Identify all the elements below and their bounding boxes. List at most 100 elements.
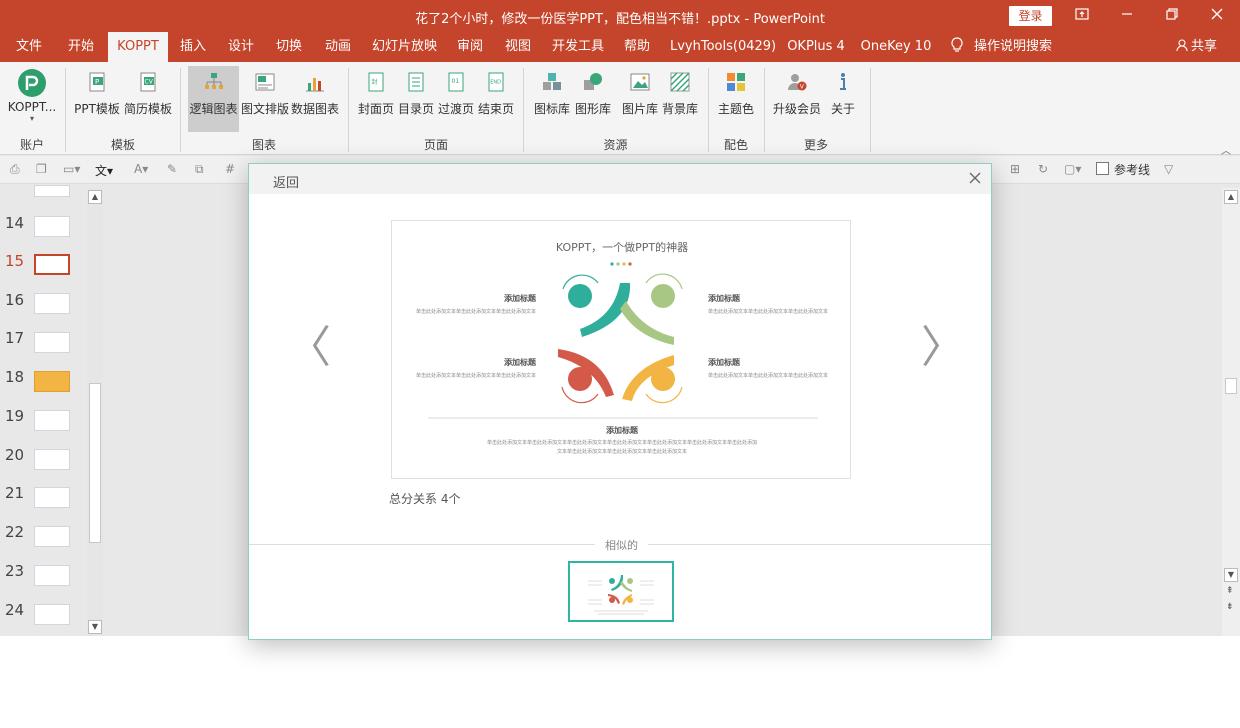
tab-koppt[interactable]: KOPPT — [108, 32, 168, 62]
slide-thumbnail[interactable] — [34, 185, 70, 197]
slide-thumbnail[interactable] — [34, 526, 70, 547]
heading-bottom-right: 添加标题 — [708, 357, 741, 367]
next-arrow-icon[interactable]: 〉 — [921, 326, 965, 370]
transition-page-label: 过渡页 — [437, 102, 474, 116]
heading-top-right: 添加标题 — [708, 293, 741, 303]
svg-text:END: END — [490, 80, 501, 86]
maximize-icon[interactable] — [1157, 4, 1187, 28]
theme-color-button[interactable]: 主题色 — [715, 66, 757, 132]
restore-ribbon-icon[interactable] — [1067, 4, 1097, 28]
icon-library-button[interactable]: 图标库 — [531, 66, 573, 132]
end-page-button[interactable]: END 结束页 — [476, 66, 516, 132]
rotate-icon[interactable]: ↻ — [1038, 162, 1048, 176]
tab-slideshow[interactable]: 幻灯片放映 — [372, 32, 437, 62]
ppt-template-button[interactable]: P PPT模板 — [72, 66, 122, 132]
slide-thumbnail[interactable] — [34, 293, 70, 314]
back-button[interactable]: 返回 — [273, 172, 299, 191]
print-icon[interactable]: ⎙ — [10, 162, 20, 177]
scroll-up-icon[interactable]: ▲ — [1224, 190, 1238, 204]
svg-text:P: P — [95, 78, 99, 86]
bottom-body-line1: 单击此处添加文本单击此处添加文本单击此处添加文本单击此处添加文本单击此处添加文本… — [487, 439, 757, 446]
slide-thumbnail[interactable] — [34, 332, 70, 353]
tab-review[interactable]: 审阅 — [450, 32, 490, 62]
slide-thumbnail[interactable] — [34, 216, 70, 237]
slide-thumbnail[interactable] — [34, 565, 70, 586]
about-button[interactable]: 关于 — [826, 66, 860, 132]
shape-library-button[interactable]: 图形库 — [573, 66, 613, 132]
login-button[interactable]: 登录 — [1009, 6, 1052, 26]
resume-template-button[interactable]: CV 简历模板 — [122, 66, 174, 132]
logic-chart-button[interactable]: 逻辑图表 — [188, 66, 239, 132]
share-button[interactable]: 共享 — [1176, 32, 1217, 62]
upgrade-member-button[interactable]: V 升级会员 — [771, 66, 823, 132]
slide-thumbnail[interactable] — [34, 371, 70, 392]
copy-icon[interactable]: ❐ — [36, 162, 47, 176]
background-library-button[interactable]: 背景库 — [660, 66, 700, 132]
toc-page-label: 目录页 — [397, 102, 434, 116]
scrollbar-thumb[interactable] — [1225, 378, 1237, 394]
scroll-up-icon[interactable]: ▲ — [88, 190, 102, 204]
tab-developer[interactable]: 开发工具 — [550, 32, 606, 62]
minimize-icon[interactable] — [1112, 4, 1142, 28]
format-painter-icon[interactable]: ⧉ — [195, 162, 204, 177]
chevron-down-icon[interactable]: ▽ — [1164, 162, 1173, 176]
tab-home[interactable]: 开始 — [58, 32, 104, 62]
similar-template-thumbnail[interactable] — [568, 561, 674, 622]
scroll-down-icon[interactable]: ▼ — [1224, 568, 1238, 582]
bottom-body-line2: 文本单击此处添加文本单击此处添加文本单击此处添加文本 — [557, 448, 687, 455]
tab-view[interactable]: 视图 — [497, 32, 539, 62]
frame-icon[interactable]: ▢▾ — [1064, 162, 1081, 176]
previous-arrow-icon[interactable]: 〈 — [287, 326, 331, 370]
tab-transitions[interactable]: 切换 — [268, 32, 310, 62]
template-preview[interactable]: KOPPT，一个做PPT的神器 添加标题 单击此处添加文本单击此处添加文本单击此… — [391, 220, 851, 479]
textbox-icon[interactable]: ▭▾ — [63, 162, 80, 176]
text-format-icon[interactable]: 文▾ — [95, 162, 113, 179]
tab-insert[interactable]: 插入 — [172, 32, 214, 62]
cover-page-button[interactable]: 封 封面页 — [356, 66, 396, 132]
slide-thumbnail[interactable] — [34, 604, 70, 625]
close-icon[interactable] — [1202, 4, 1232, 28]
collapse-ribbon-icon[interactable]: ︿ — [1221, 142, 1231, 157]
dot — [616, 262, 620, 266]
tell-me-search[interactable]: 操作说明搜索 — [950, 32, 1070, 62]
slide-thumbnail-current[interactable] — [34, 254, 70, 275]
slide-number: 18 — [5, 368, 25, 386]
tab-animations[interactable]: 动画 — [317, 32, 359, 62]
grid-icon[interactable]: # — [225, 162, 235, 176]
tab-help[interactable]: 帮助 — [616, 32, 658, 62]
editor-scrollbar[interactable]: ▲ ▼ ⇞ ⇟ — [1222, 188, 1240, 636]
tab-onekey[interactable]: OneKey 10 — [858, 32, 934, 62]
slide-thumbnail[interactable] — [34, 449, 70, 470]
tab-design[interactable]: 设计 — [220, 32, 262, 62]
eyedropper-icon[interactable]: ✎ — [167, 162, 177, 176]
font-color-icon[interactable]: A▾ — [134, 162, 148, 176]
image-library-button[interactable]: 图片库 — [620, 66, 660, 132]
tab-lvyhtools[interactable]: LvyhTools(0429) — [670, 32, 776, 62]
scrollbar-thumb[interactable] — [89, 383, 101, 543]
image-text-layout-button[interactable]: 图文排版 — [240, 66, 290, 132]
ppt-template-label: PPT模板 — [74, 102, 120, 116]
next-slide-icon[interactable]: ⇟ — [1226, 602, 1234, 612]
slide-panel-scrollbar[interactable]: ▲ ▼ — [87, 188, 103, 636]
svg-text:CV: CV — [145, 79, 154, 86]
tab-file[interactable]: 文件 — [6, 32, 52, 62]
dot — [622, 262, 626, 266]
tab-okplus[interactable]: OKPlus 4 — [784, 32, 848, 62]
toc-page-button[interactable]: 目录页 — [396, 66, 436, 132]
close-icon[interactable] — [969, 170, 981, 188]
slide-thumbnail[interactable] — [34, 410, 70, 431]
image-text-layout-label: 图文排版 — [240, 102, 289, 116]
prev-slide-icon[interactable]: ⇞ — [1226, 586, 1234, 596]
shapes-icon — [581, 70, 605, 94]
koppt-account-button[interactable]: KOPPT... ▾ — [4, 66, 60, 132]
dot — [610, 262, 614, 266]
hierarchy-icon — [202, 70, 226, 94]
scroll-down-icon[interactable]: ▼ — [88, 620, 102, 634]
data-chart-button[interactable]: 数据图表 — [290, 66, 340, 132]
group-separator — [523, 68, 524, 152]
group-label-more: 更多 — [803, 138, 828, 152]
slide-thumbnail[interactable] — [34, 487, 70, 508]
transition-page-button[interactable]: 01 过渡页 — [436, 66, 476, 132]
align-icon[interactable]: ⊞ — [1010, 162, 1020, 176]
guides-checkbox[interactable] — [1096, 162, 1109, 175]
